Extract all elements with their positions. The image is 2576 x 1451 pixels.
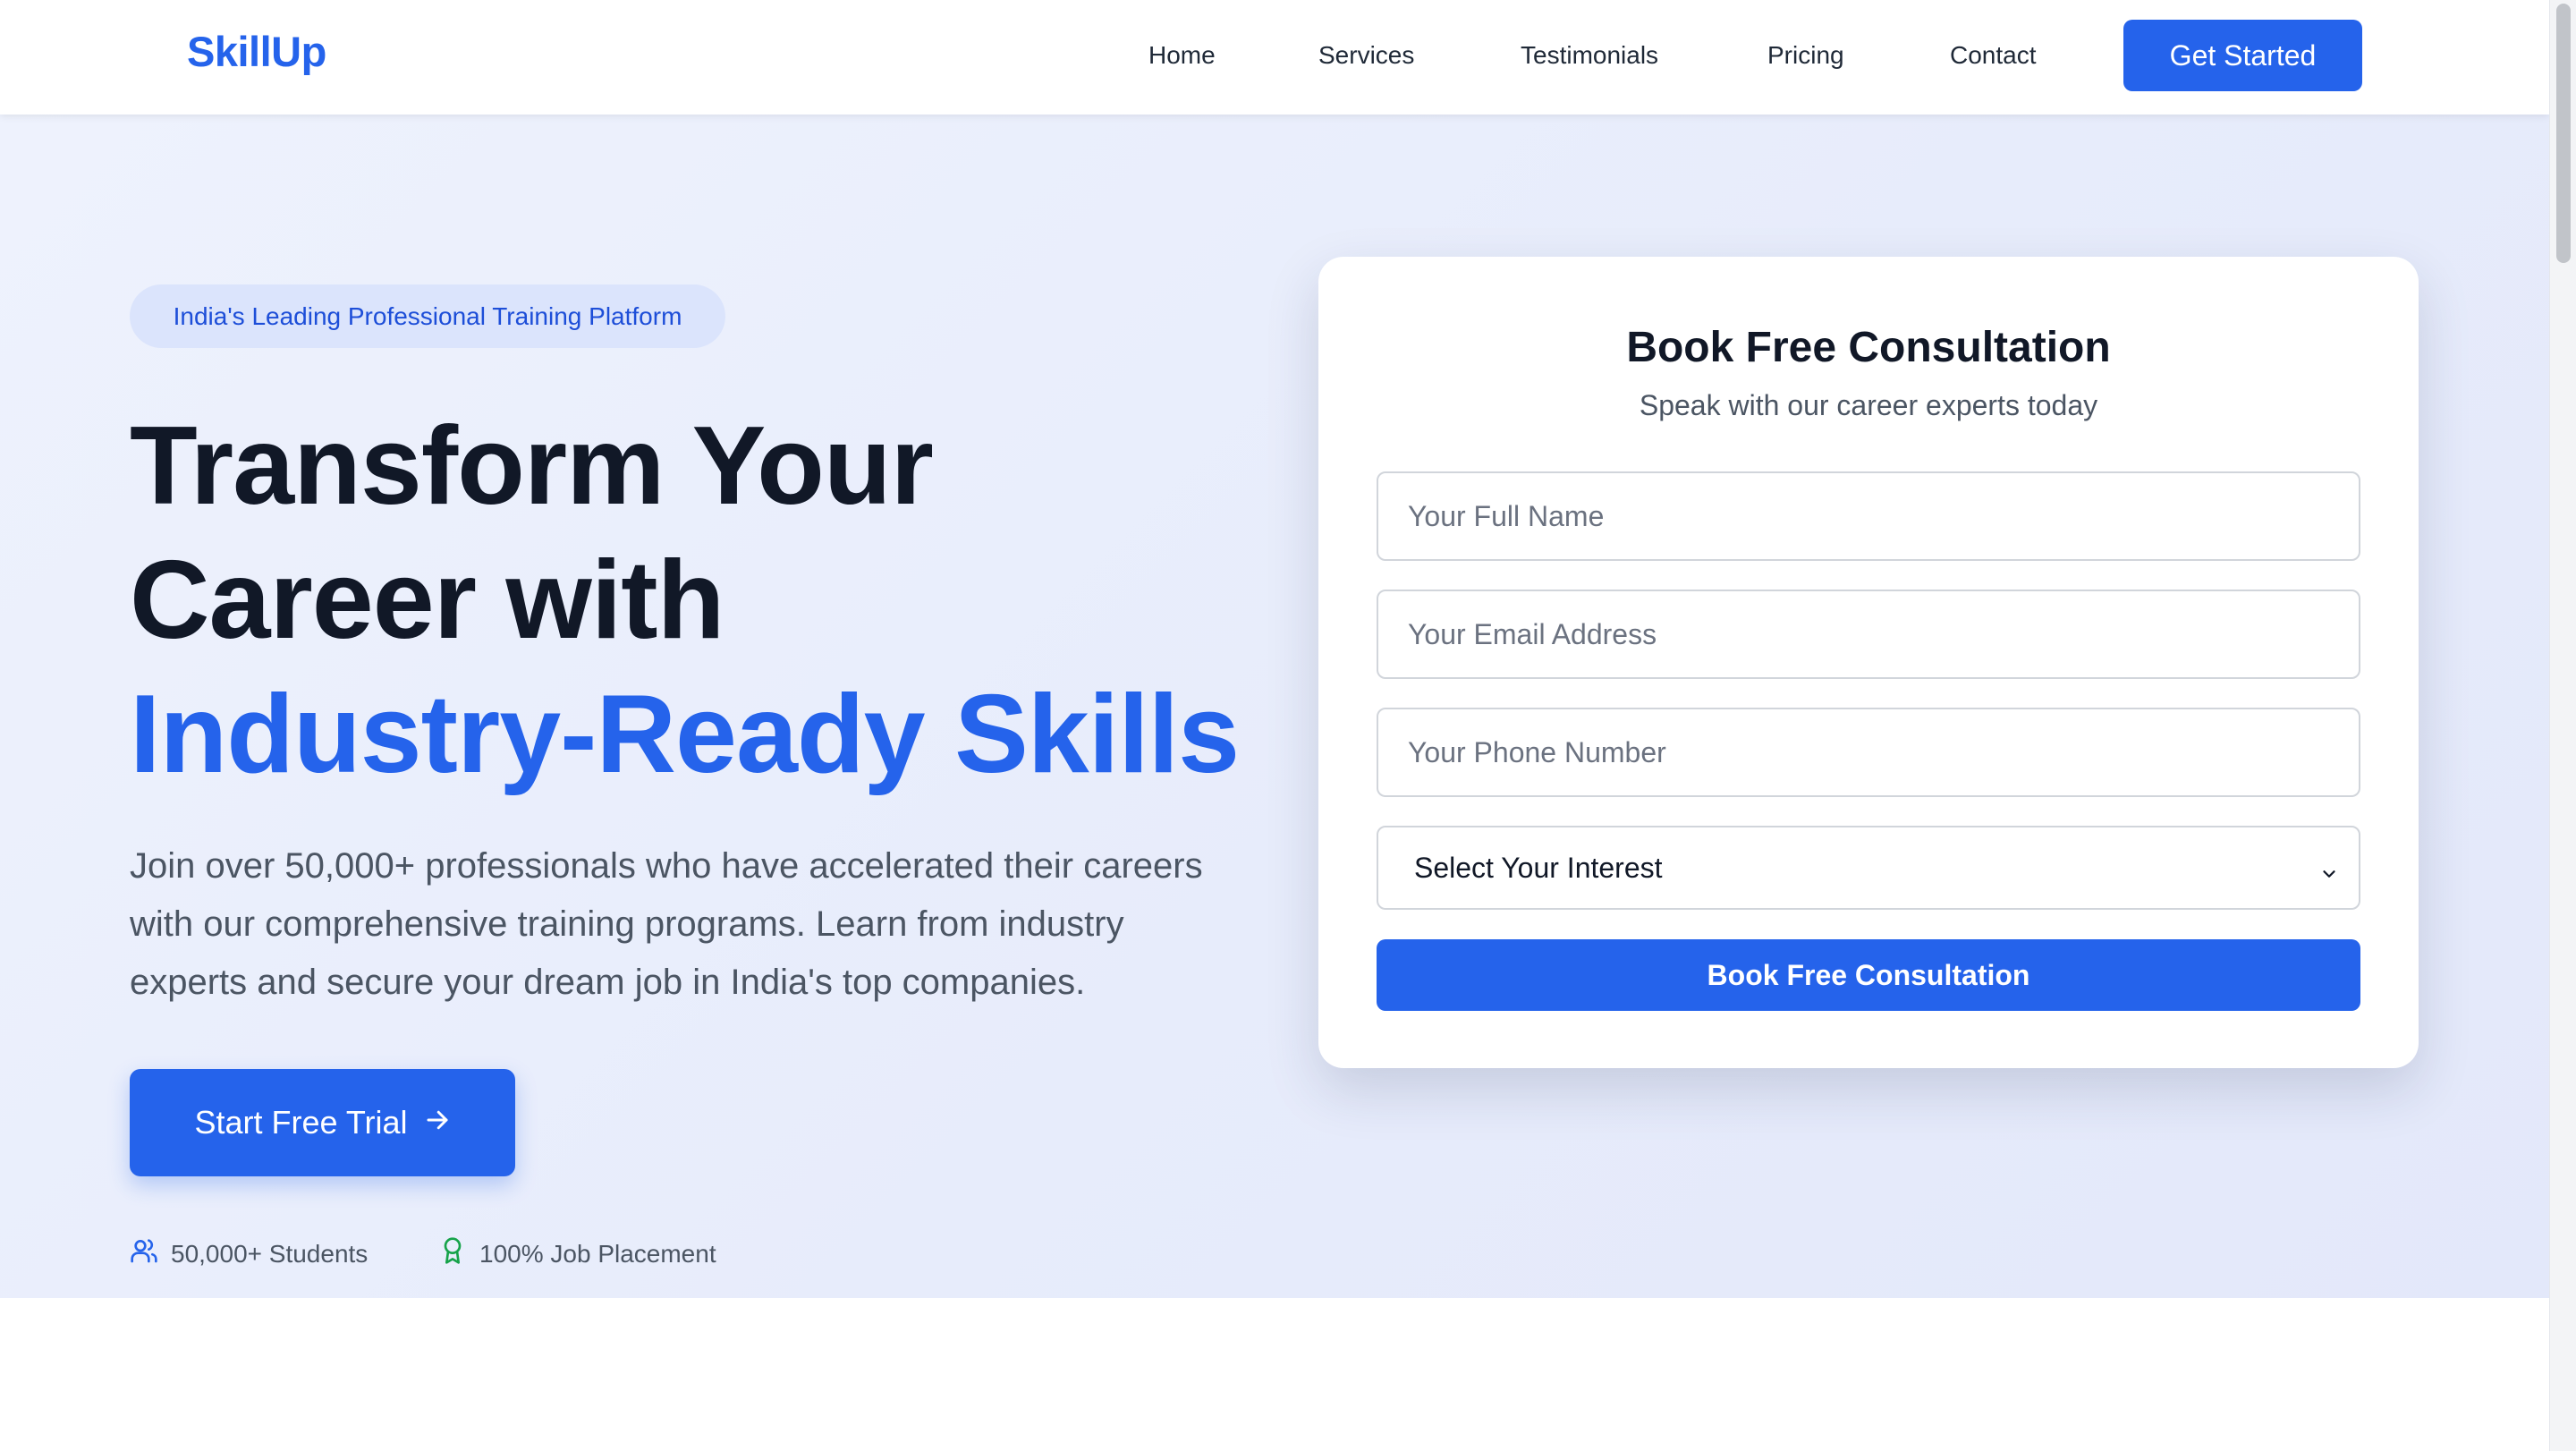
headline-line-1: Transform Your	[130, 404, 934, 528]
hero-headline: Transform Your Career with Industry-Read…	[130, 399, 1240, 802]
headline-line-2: Career with	[130, 539, 724, 662]
form-title: Book Free Consultation	[1626, 324, 2111, 371]
award-icon	[438, 1236, 467, 1271]
headline-highlight: Industry-Ready Skills	[130, 673, 1240, 796]
nav-pricing[interactable]: Pricing	[1767, 41, 1844, 70]
full-name-input[interactable]	[1377, 471, 2360, 561]
stat-students-label: 50,000+ Students	[171, 1239, 369, 1268]
stat-job-placement: 100% Job Placement	[438, 1236, 716, 1271]
below-fold-section	[0, 1298, 2549, 1451]
scrollbar-thumb[interactable]	[2556, 4, 2571, 263]
arrow-right-icon	[424, 1104, 451, 1141]
stat-placement-label: 100% Job Placement	[479, 1239, 716, 1268]
page: SkillUp Home Services Testimonials Prici…	[0, 0, 2549, 1451]
nav-contact[interactable]: Contact	[1950, 41, 2037, 70]
hero-section: India's Leading Professional Training Pl…	[0, 115, 2549, 1298]
site-header: SkillUp Home Services Testimonials Prici…	[0, 0, 2549, 115]
form-subtitle: Speak with our career experts today	[1639, 389, 2098, 421]
hero-badge: India's Leading Professional Training Pl…	[130, 284, 725, 348]
logo[interactable]: SkillUp	[187, 27, 326, 76]
email-input[interactable]	[1377, 590, 2360, 679]
phone-input[interactable]	[1377, 708, 2360, 797]
users-icon	[130, 1236, 158, 1271]
get-started-button[interactable]: Get Started	[2123, 20, 2362, 91]
start-free-trial-button[interactable]: Start Free Trial	[130, 1069, 515, 1176]
nav-home[interactable]: Home	[1148, 41, 1216, 70]
start-free-trial-label: Start Free Trial	[194, 1104, 408, 1141]
stat-students: 50,000+ Students	[130, 1236, 368, 1271]
book-consultation-button[interactable]: Book Free Consultation	[1377, 939, 2360, 1011]
consultation-form-card: Book Free Consultation Speak with our ca…	[1318, 257, 2419, 1068]
nav-testimonials[interactable]: Testimonials	[1521, 41, 1658, 70]
interest-selected-value: Select Your Interest	[1414, 851, 1663, 884]
nav-services[interactable]: Services	[1318, 41, 1414, 70]
hero-description: Join over 50,000+ professionals who have…	[130, 846, 1203, 1002]
chevron-down-icon	[2319, 858, 2339, 891]
interest-select[interactable]: Select Your Interest	[1377, 826, 2360, 910]
